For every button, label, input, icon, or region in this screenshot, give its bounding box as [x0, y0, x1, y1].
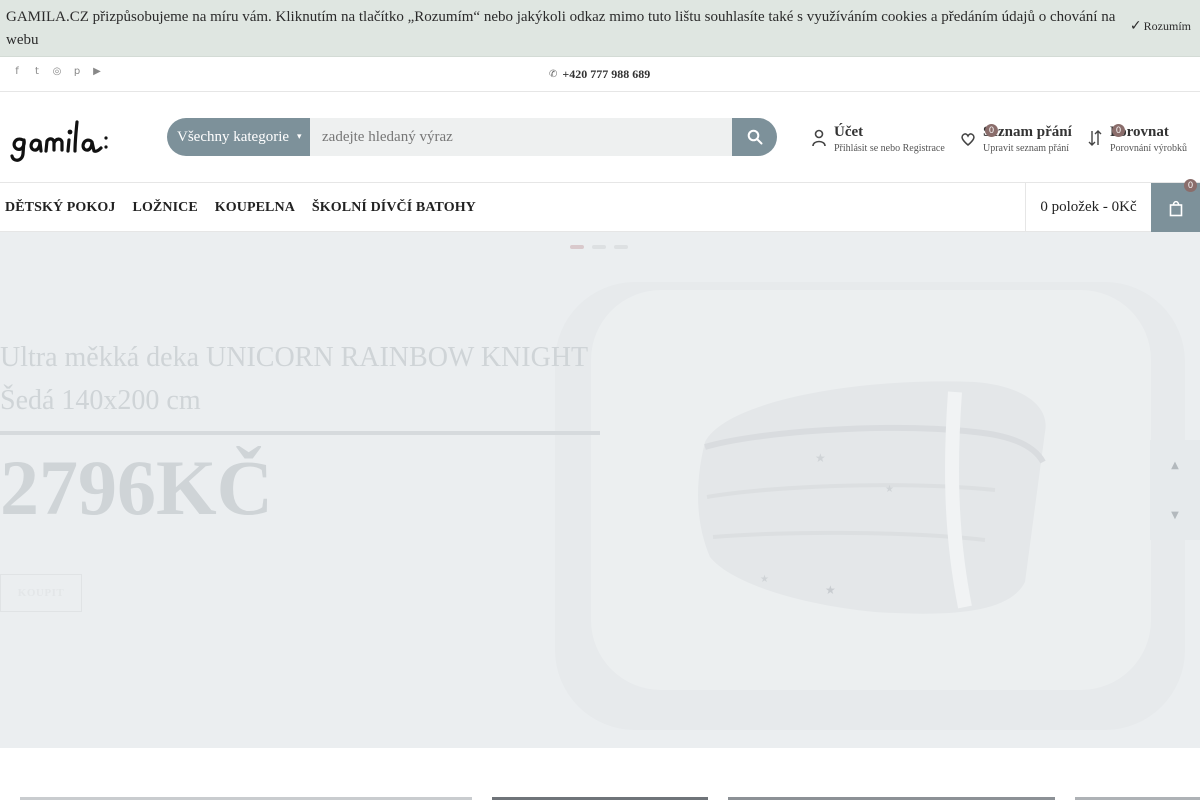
cookie-accept-button[interactable]: ✓ Rozumím: [1130, 18, 1191, 34]
youtube-icon[interactable]: ▶: [92, 66, 102, 77]
top-bar: f t ◎ p ▶ ✆ +420 777 988 689: [0, 57, 1200, 92]
category-select-label: Všechny kategorie: [177, 128, 290, 145]
svg-text:★: ★: [885, 484, 894, 495]
slider-dots: [570, 245, 628, 249]
hero-slider: ★ ★ ★ ★ Ultra měkká deka UNICORN RAINBOW…: [0, 232, 1200, 748]
compare-link[interactable]: 0 Porovnat Porovnání výrobků: [1088, 122, 1187, 155]
cookie-bar: GAMILA.CZ přizpůsobujeme na míru vám. Kl…: [0, 0, 1200, 57]
site-logo[interactable]: [9, 114, 121, 164]
search-icon: [747, 129, 762, 145]
slider-dot-1[interactable]: [570, 245, 584, 249]
phone-icon: ✆: [549, 69, 558, 80]
cart-icon: [1169, 200, 1182, 216]
category-select[interactable]: Všechny kategorie ▾: [167, 118, 310, 156]
hero-divider: [0, 431, 600, 435]
header: Všechny kategorie ▾ Účet Přihlásit se ne…: [0, 92, 1200, 183]
account-link[interactable]: Účet Přihlásit se nebo Registrace: [812, 122, 945, 155]
hero-title: Ultra měkká deka UNICORN RAINBOW KNIGHT …: [0, 342, 588, 416]
twitter-icon[interactable]: t: [32, 66, 42, 77]
nav-item-loznice[interactable]: LOŽNICE: [133, 200, 198, 216]
nav-item-skolni-batohy[interactable]: ŠKOLNÍ DÍVČÍ BATOHY: [312, 200, 476, 216]
nav-item-detsky-pokoj[interactable]: DĚTSKÝ POKOJ: [5, 200, 116, 216]
hero-price: 2796KČ: [0, 444, 273, 531]
chevron-up-icon: ▲: [1171, 459, 1179, 471]
phone-number: +420 777 988 689: [562, 67, 651, 81]
cart-summary[interactable]: 0 položek - 0Kč: [1025, 183, 1151, 232]
hero-buy-button[interactable]: KOUPIT: [0, 574, 82, 612]
hero-product-image: ★ ★ ★ ★: [555, 282, 1185, 730]
wishlist-count-badge: 0: [985, 124, 998, 137]
gamila-logo-icon: [10, 120, 108, 162]
slider-dot-3[interactable]: [614, 245, 628, 249]
account-subtitle: Přihlásit se nebo Registrace: [834, 143, 945, 154]
svg-text:★: ★: [760, 574, 769, 585]
wishlist-subtitle: Upravit seznam přání: [983, 143, 1070, 154]
search-input[interactable]: [310, 118, 732, 156]
chevron-down-icon: ▾: [297, 132, 302, 142]
search-bar: Všechny kategorie ▾: [167, 118, 777, 156]
search-button[interactable]: [732, 118, 777, 156]
cookie-accept-label: Rozumím: [1143, 18, 1191, 33]
user-icon: [812, 128, 826, 152]
compare-icon: [1088, 128, 1102, 152]
slider-next-button[interactable]: ▼: [1150, 490, 1200, 540]
account-title: Účet: [834, 124, 864, 140]
cookie-text: GAMILA.CZ přizpůsobujeme na míru vám. Kl…: [6, 9, 1116, 48]
instagram-icon[interactable]: ◎: [52, 66, 62, 77]
slider-dot-2[interactable]: [592, 245, 606, 249]
product-strip: [0, 748, 1200, 800]
compare-count-badge: 0: [1112, 124, 1125, 137]
nav-item-koupelna[interactable]: KOUPELNA: [215, 200, 295, 216]
check-icon: ✓: [1129, 18, 1142, 34]
svg-text:★: ★: [815, 451, 826, 465]
pinterest-icon[interactable]: p: [72, 66, 82, 77]
slider-prev-button[interactable]: ▲: [1150, 440, 1200, 490]
heart-icon: [961, 128, 975, 152]
cart-count-badge: 0: [1184, 179, 1197, 192]
phone-contact[interactable]: ✆ +420 777 988 689: [549, 67, 650, 82]
cart-button[interactable]: 0: [1151, 179, 1200, 232]
main-nav: DĚTSKÝ POKOJ LOŽNICE KOUPELNA ŠKOLNÍ DÍV…: [0, 179, 1200, 232]
svg-text:★: ★: [825, 583, 836, 597]
wishlist-link[interactable]: 0 Seznam přání Upravit seznam přání: [961, 122, 1072, 155]
chevron-down-icon: ▼: [1171, 509, 1179, 521]
facebook-icon[interactable]: f: [12, 66, 22, 77]
nav-links: DĚTSKÝ POKOJ LOŽNICE KOUPELNA ŠKOLNÍ DÍV…: [5, 183, 476, 232]
social-links: f t ◎ p ▶: [12, 66, 102, 77]
compare-subtitle: Porovnání výrobků: [1110, 143, 1187, 154]
